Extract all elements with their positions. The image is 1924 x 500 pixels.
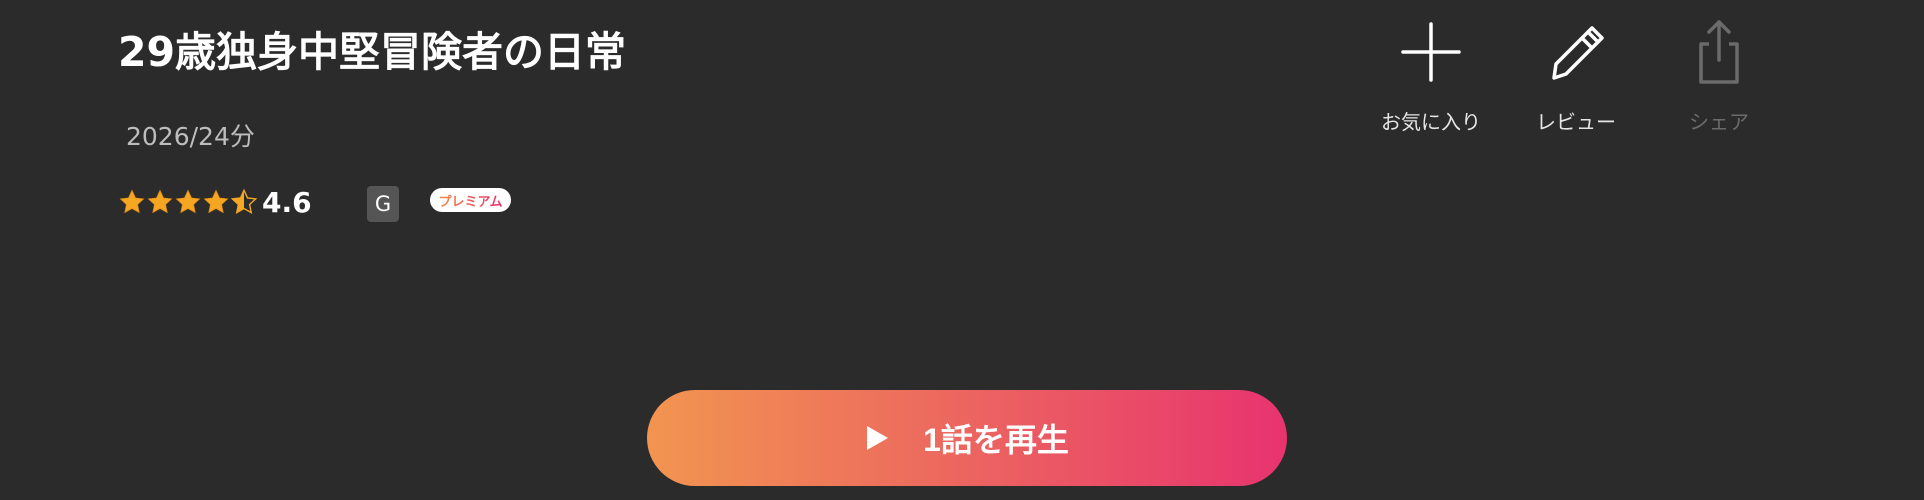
- rating: 4.6: [118, 184, 312, 220]
- share-icon: [1699, 20, 1739, 84]
- share-label: シェア: [1689, 110, 1749, 134]
- premium-badge: プレミアム: [430, 188, 511, 212]
- page-title: 29歳独身中堅冒険者の日常: [118, 28, 627, 76]
- age-rating-badge: G: [367, 186, 399, 222]
- favorite-button[interactable]: お気に入り: [1366, 20, 1496, 135]
- pencil-icon: [1552, 26, 1604, 80]
- play-episode-label: 1話を再生: [923, 422, 1069, 458]
- play-episode-button[interactable]: 1話を再生: [647, 390, 1287, 486]
- star-icon: [119, 189, 145, 214]
- rating-value: 4.6: [262, 185, 312, 219]
- star-icon: [175, 189, 201, 214]
- premium-badge-label: プレミアム: [438, 191, 502, 210]
- star-rating: [118, 188, 258, 216]
- review-button[interactable]: レビュー: [1511, 20, 1641, 135]
- share-button[interactable]: シェア: [1654, 20, 1784, 135]
- plus-icon: [1401, 22, 1461, 82]
- half-star-icon: [230, 188, 258, 214]
- star-icon: [203, 189, 229, 214]
- play-icon: [867, 426, 889, 450]
- review-label: レビュー: [1536, 110, 1616, 134]
- release-duration: 2026/24分: [126, 122, 255, 151]
- star-icon: [147, 189, 173, 214]
- favorite-label: お気に入り: [1381, 110, 1481, 134]
- title-detail-page: 29歳独身中堅冒険者の日常 2026/24分 4.6 G プレミアム お気に入り…: [0, 0, 1924, 500]
